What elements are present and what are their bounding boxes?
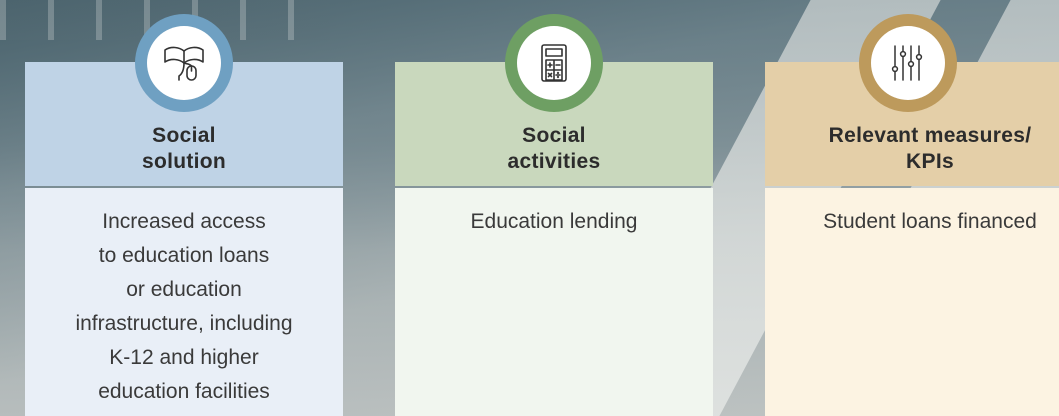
column-title: Social solution (142, 123, 226, 186)
column-body-text: Increased access to education loans or e… (25, 188, 343, 409)
column-title: Social activities (508, 123, 601, 186)
column-body: Increased access to education loans or e… (25, 188, 343, 416)
badge (517, 26, 591, 100)
column-title: Relevant measures/ KPIs (829, 123, 1032, 186)
body-line: infrastructure, including (75, 312, 293, 335)
column-title-line: Relevant measures/ (828, 124, 1032, 147)
body-line: K-12 and higher (109, 346, 259, 369)
badge-ring (135, 14, 233, 112)
column-body-text: Education lending (395, 188, 713, 239)
body-line: Education lending (470, 210, 638, 233)
column-title-line: activities (507, 150, 601, 173)
book-mouse-icon (164, 46, 204, 81)
column-body-text: Student loans financed (765, 188, 1059, 239)
column-title-line: KPIs (906, 150, 954, 173)
calculator-icon (541, 44, 567, 82)
column-body: Education lending (395, 188, 713, 416)
sliders-icon (891, 45, 923, 81)
measures-kpis-column: Relevant measures/ KPIs Student loans fi… (765, 14, 1059, 416)
body-line: education facilities (98, 380, 270, 403)
social-solution-column: Social solution Increased access to educ… (25, 14, 343, 416)
social-activities-column: Social activities Education lending (395, 14, 713, 416)
column-title-line: Social (152, 124, 216, 147)
body-line: or education (126, 278, 242, 301)
column-body: Student loans financed (765, 188, 1059, 416)
badge-ring (859, 14, 957, 112)
badge (147, 26, 221, 100)
badge (871, 26, 945, 100)
body-line: Student loans financed (823, 210, 1037, 233)
badge-ring (505, 14, 603, 112)
column-title-line: solution (141, 150, 227, 173)
body-line: to education loans (98, 244, 270, 267)
column-title-line: Social (522, 124, 586, 147)
body-line: Increased access (102, 210, 266, 233)
